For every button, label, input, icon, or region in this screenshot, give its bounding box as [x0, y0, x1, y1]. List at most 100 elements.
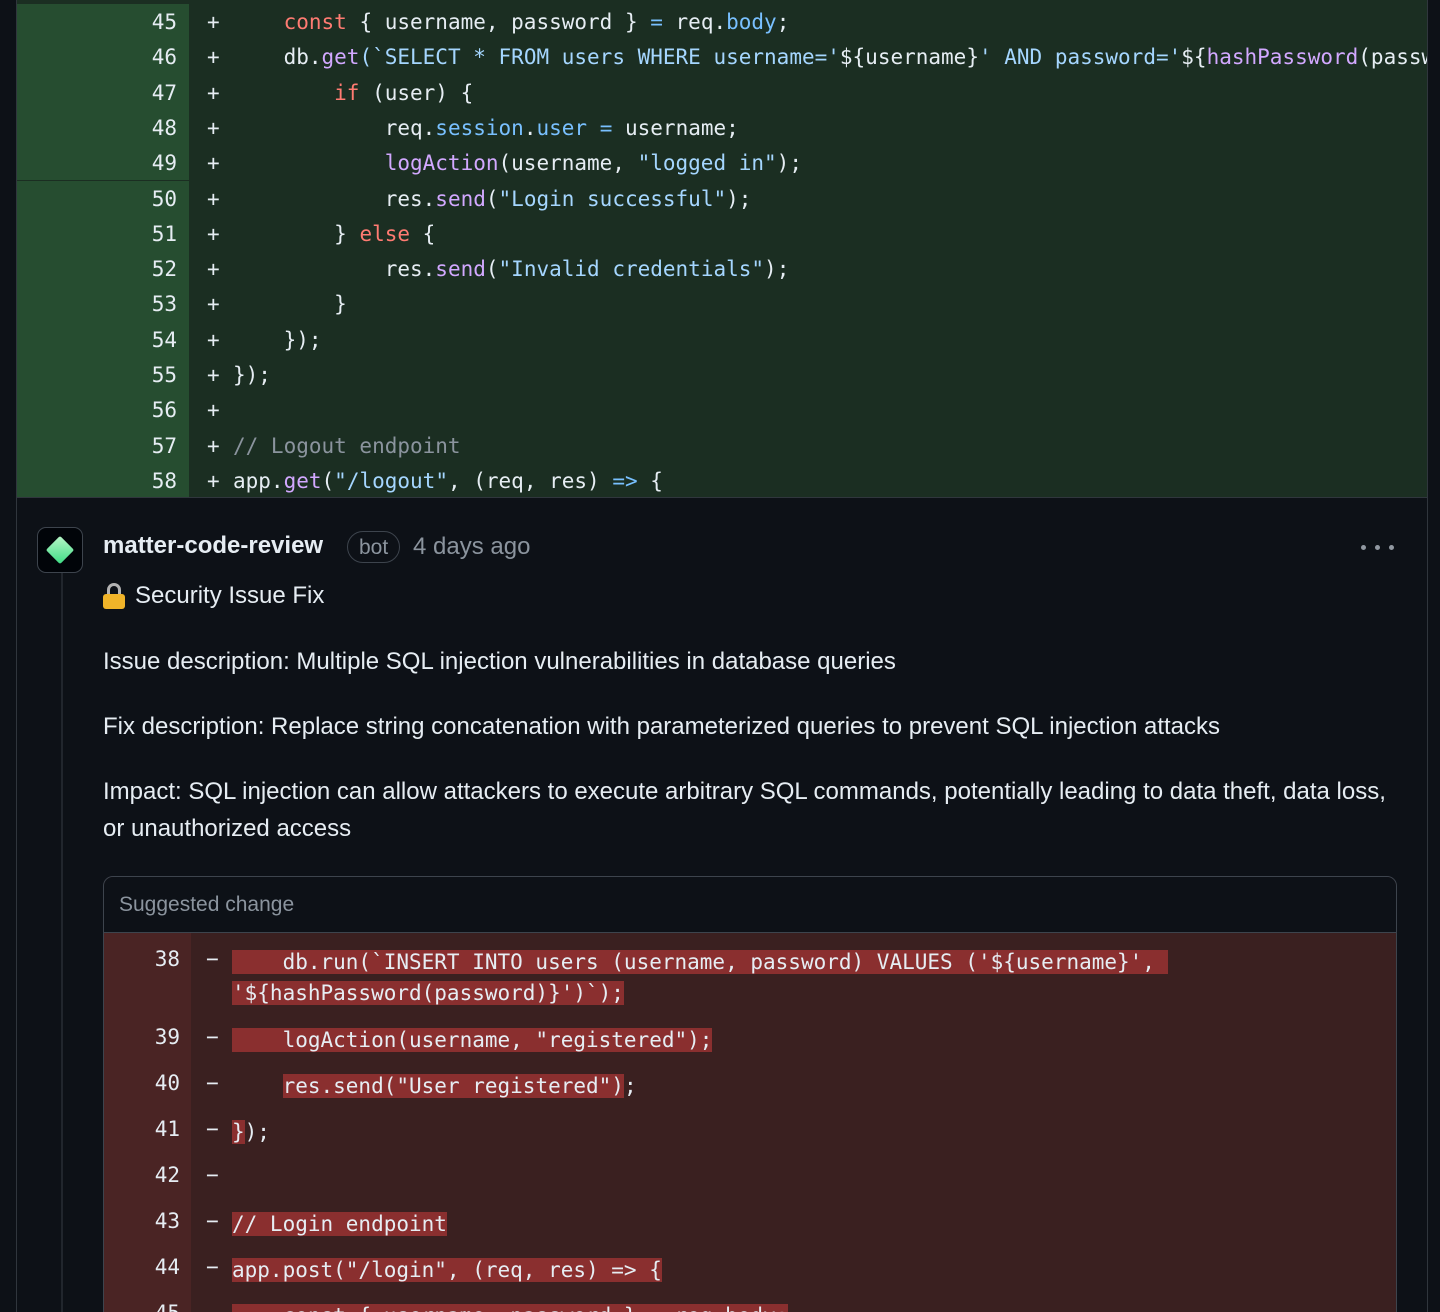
code-line: app.post("/login", (req, res) => {: [232, 1255, 662, 1286]
line-number[interactable]: 47: [117, 81, 177, 105]
line-number: 45: [122, 1301, 180, 1312]
code-token: body: [726, 10, 777, 34]
line-number[interactable]: 52: [117, 257, 177, 281]
code-token: ${username}: [839, 45, 979, 70]
code-token: ' AND password=': [978, 45, 1182, 70]
suggested-change-header: Suggested change: [104, 877, 1396, 933]
line-number[interactable]: 54: [117, 328, 177, 352]
code-line: app.get("/logout", (req, res) => {: [233, 469, 663, 493]
code-token: if: [334, 80, 360, 105]
code-token: get: [321, 45, 360, 70]
code-token: send: [435, 257, 486, 282]
added-sign: +: [207, 257, 220, 282]
suggestion-line-38: 38 − db.run(`INSERT INTO users (username,…: [104, 939, 1396, 1017]
code-token: (username,: [498, 151, 638, 176]
code-line: } else {: [233, 222, 435, 246]
added-sign: +: [207, 327, 220, 352]
line-number[interactable]: 58: [117, 469, 177, 493]
line-number: 41: [154, 1117, 180, 1141]
added-sign: +: [207, 10, 220, 34]
comment-timestamp[interactable]: 4 days ago: [413, 533, 530, 561]
line-number[interactable]: 48: [117, 116, 177, 140]
line-number[interactable]: 55: [117, 363, 177, 387]
code-token: else: [359, 221, 411, 246]
line-number: 43: [154, 1209, 180, 1233]
code-token: .: [523, 115, 537, 140]
code-token: );: [764, 257, 790, 282]
code-token: });: [233, 327, 322, 352]
line-number: 44: [154, 1255, 180, 1279]
line-number[interactable]: 53: [117, 292, 177, 316]
diff-line-55: 55 +});: [17, 357, 1427, 393]
added-sign: +: [207, 186, 220, 211]
added-sign: +: [207, 292, 220, 317]
code-token: (user) {: [359, 80, 474, 105]
added-sign: +: [207, 363, 220, 387]
suggestion-line-40: 40 − res.send("User registered");: [104, 1063, 1396, 1109]
code-token: =: [650, 10, 663, 34]
suggested-change-diff: 38 − db.run(`INSERT INTO users (username,…: [104, 933, 1396, 1312]
suggested-change-title: Suggested change: [119, 893, 295, 916]
line-number: 38: [154, 947, 180, 971]
diff-line-47: 47 + if (user) {: [17, 74, 1427, 110]
line-number: 40: [154, 1071, 180, 1095]
code-line: res.send("User registered");: [232, 1071, 637, 1102]
code-token: hashPassword: [1206, 45, 1359, 70]
diff-line-45: 45 + const { username, password } = req.b…: [17, 4, 1427, 40]
pull-request-diff-view: 45 + const { username, password } = req.b…: [16, 0, 1428, 1312]
lock-icon: [103, 583, 125, 609]
code-line: res.send("Login successful");: [233, 186, 752, 211]
line-number[interactable]: 50: [117, 187, 177, 211]
added-sign: +: [207, 115, 220, 140]
code-line: const { username, password } = req.body;: [232, 1301, 789, 1312]
code-token: get: [283, 468, 322, 493]
comment-heading-text: Security Issue Fix: [135, 582, 325, 609]
removed-sign: −: [206, 1301, 219, 1312]
code-token: );: [244, 1120, 270, 1144]
suggestion-line-43: 43 −// Login endpoint: [104, 1201, 1396, 1247]
line-number: 42: [154, 1163, 180, 1187]
diff-line-53: 53 + }: [17, 286, 1427, 322]
comment-author-link[interactable]: matter-code-review: [103, 532, 323, 560]
code-line: logAction(username, "registered");: [232, 1025, 713, 1056]
suggestion-line-44: 44 − app.post("/login", (req, res) => {: [104, 1247, 1396, 1293]
code-line: }: [233, 292, 347, 316]
bot-avatar[interactable]: [37, 527, 83, 573]
line-number[interactable]: 51: [117, 222, 177, 246]
issue-description: Issue description: Multiple SQL injectio…: [103, 648, 896, 675]
code-line: // Logout endpoint: [233, 434, 461, 458]
removed-highlight: app.post("/login", (req, res) => {: [232, 1258, 662, 1282]
diff-line-54: 54 + });: [17, 321, 1427, 357]
diamond-logo-icon: [45, 535, 75, 565]
diff-line-50: 50 + res.send("Login successful");: [17, 180, 1427, 216]
removed-sign: −: [206, 1209, 219, 1233]
code-token: {: [637, 468, 663, 493]
code-token: // Logout endpoint: [233, 433, 461, 458]
code-token: req.: [662, 10, 727, 34]
line-number[interactable]: 46: [117, 45, 177, 69]
removed-highlight: db.run(`INSERT INTO users (username, pas…: [232, 950, 1168, 974]
code-token: res.: [233, 257, 436, 282]
line-number[interactable]: 45: [117, 10, 177, 34]
line-number[interactable]: 56: [117, 398, 177, 422]
code-token: app.: [233, 468, 284, 493]
code-token: send: [435, 186, 486, 211]
code-token: (password)}')`, (err, user) => {: [1358, 45, 1427, 70]
code-token: ;: [623, 1074, 637, 1098]
diff-line-57: 57 + // Logout endpoint: [17, 427, 1427, 463]
code-token: (: [321, 468, 335, 493]
line-number[interactable]: 49: [117, 151, 177, 175]
line-number[interactable]: 57: [117, 434, 177, 458]
code-token: (: [485, 257, 499, 282]
diff-line-51: 51 + } else {: [17, 215, 1427, 252]
removed-sign: −: [206, 947, 219, 971]
added-sign: +: [207, 221, 220, 246]
removed-highlight: const { username, password } = req.body;: [232, 1304, 789, 1312]
more-options-icon[interactable]: [1361, 540, 1395, 556]
code-line: if (user) {: [233, 81, 473, 105]
code-line: const { username, password } = req.body;: [233, 10, 790, 34]
code-token: db.: [233, 45, 322, 70]
code-line: });: [233, 328, 322, 352]
added-sign: +: [207, 398, 220, 423]
removed-sign: −: [206, 1163, 219, 1187]
